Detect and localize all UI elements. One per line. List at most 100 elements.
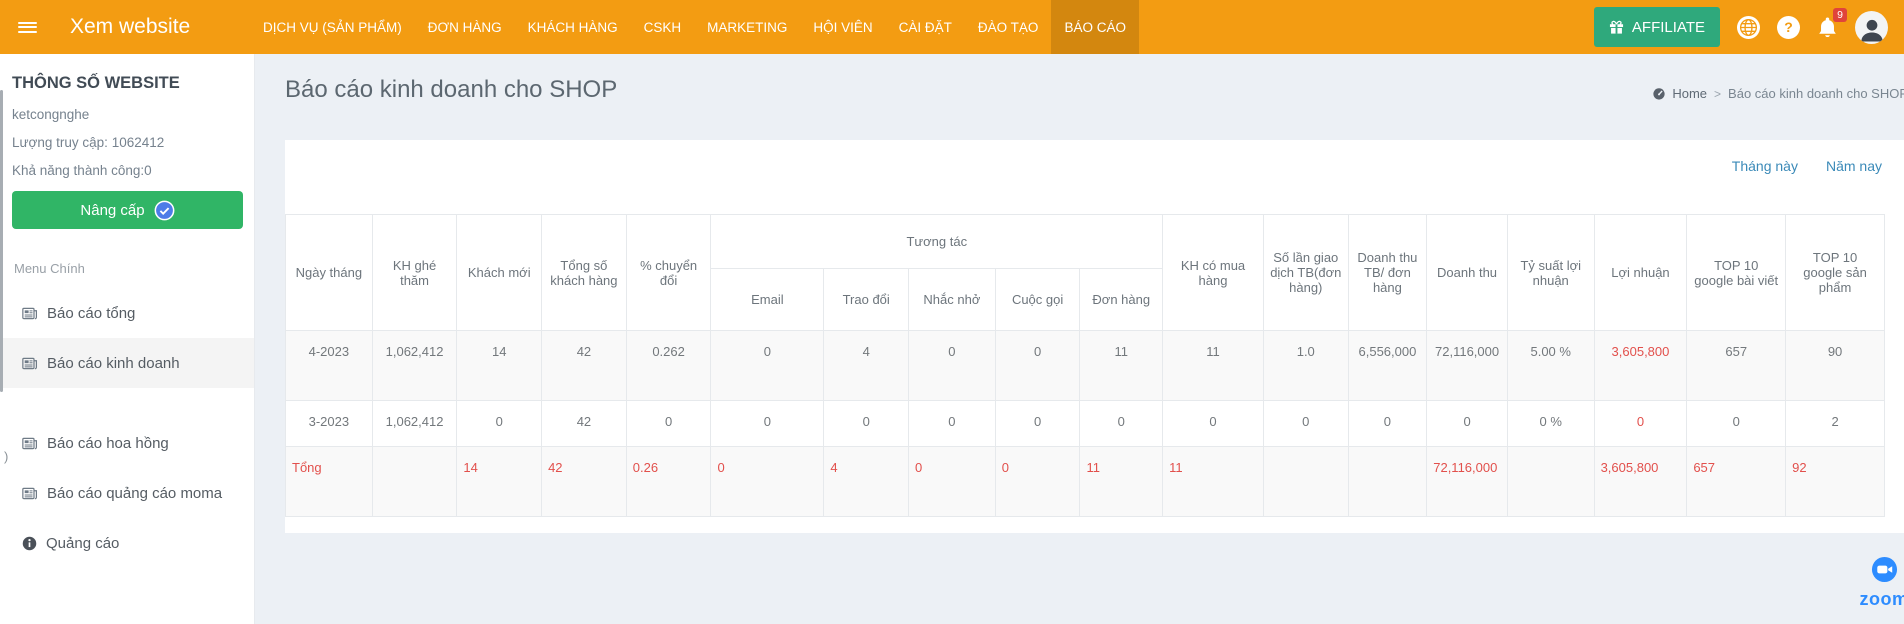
column-header: Trao đổi <box>824 269 909 331</box>
breadcrumb-home-label: Home <box>1672 86 1707 101</box>
sidebar-item[interactable]: Báo cáo tổng <box>0 288 254 338</box>
success-stat: Khả năng thành công:0 <box>12 163 242 178</box>
total-cell: 72,116,000 <box>1427 447 1508 517</box>
total-cell: 0.26 <box>626 447 711 517</box>
total-cell <box>1507 447 1594 517</box>
table-cell: 42 <box>542 401 627 447</box>
table-row: 3-20231,062,41204200000000000 %002 <box>286 401 1885 447</box>
site-name: ketcongnghe <box>12 107 242 122</box>
table-cell: 0 <box>1687 401 1786 447</box>
table-cell: 5.00 % <box>1507 331 1594 401</box>
table-cell: 1,062,412 <box>372 401 457 447</box>
nav-item[interactable]: MARKETING <box>694 0 800 54</box>
zoom-chat-widget[interactable]: zoom <box>1848 556 1904 610</box>
notifications-bell-icon[interactable]: 9 <box>1817 16 1838 39</box>
newspaper-icon <box>22 307 38 320</box>
column-header: Cuộc gọi <box>995 269 1080 331</box>
table-cell: 0 <box>1348 401 1427 447</box>
breadcrumb: Home > Báo cáo kinh doanh cho SHOP <box>1652 86 1904 101</box>
column-header: Số lần giao dịch TB(đơn hàng) <box>1263 215 1348 331</box>
sidebar-item-label: Báo cáo hoa hồng <box>47 435 169 452</box>
table-cell: 1.0 <box>1263 331 1348 401</box>
main-content: Báo cáo kinh doanh cho SHOP Home > Báo c… <box>255 54 1904 624</box>
table-cell: 6,556,000 <box>1348 331 1427 401</box>
filter-link[interactable]: Tháng này <box>1732 158 1798 174</box>
total-cell: 14 <box>457 447 542 517</box>
nav-item[interactable]: HỘI VIÊN <box>800 0 885 54</box>
table-cell: 4 <box>824 331 909 401</box>
filter-link[interactable]: Năm nay <box>1826 158 1882 174</box>
newspaper-icon <box>22 357 38 370</box>
table-cell: 0 % <box>1507 401 1594 447</box>
sidebar: THÔNG SỐ WEBSITE ketcongnghe Lượng truy … <box>0 54 255 624</box>
brand-link[interactable]: Xem website <box>54 0 250 54</box>
table-cell: 0 <box>995 401 1080 447</box>
help-icon[interactable]: ? <box>1777 16 1800 39</box>
stray-text: ) <box>4 449 8 464</box>
total-cell <box>1348 447 1427 517</box>
sidebar-scrollbar[interactable] <box>0 90 3 392</box>
column-header: Doanh thu <box>1427 215 1508 331</box>
newspaper-icon <box>22 437 38 450</box>
sidebar-item[interactable]: Báo cáo kinh doanh <box>0 338 254 388</box>
nav-item[interactable]: ĐÀO TẠO <box>965 0 1052 54</box>
content-header: Báo cáo kinh doanh cho SHOP Home > Báo c… <box>255 54 1904 140</box>
user-avatar[interactable] <box>1855 11 1888 44</box>
total-cell: Tổng <box>286 447 373 517</box>
table-cell: 0 <box>909 331 996 401</box>
total-cell: 11 <box>1163 447 1264 517</box>
table-cell: 3,605,800 <box>1594 331 1687 401</box>
zoom-label: zoom <box>1848 589 1904 610</box>
sidebar-menu: Báo cáo tổng Báo cáo kinh doanh Báo cáo ho… <box>0 288 254 568</box>
dashboard-icon <box>1652 87 1666 100</box>
affiliate-button[interactable]: AFFILIATE <box>1594 7 1720 47</box>
navbar-menu: DỊCH VỤ (SẢN PHẨM)ĐƠN HÀNGKHÁCH HÀNGCSKH… <box>250 0 1139 54</box>
check-circle-icon <box>154 200 175 221</box>
website-stats: THÔNG SỐ WEBSITE ketcongnghe Lượng truy … <box>0 54 254 229</box>
table-cell: 14 <box>457 331 542 401</box>
navbar-right: AFFILIATE ? 9 <box>1594 0 1904 54</box>
sidebar-item[interactable]: Báo cáo hoa hồng <box>0 418 254 468</box>
table-cell: 0 <box>626 401 711 447</box>
table-cell: 11 <box>1080 331 1163 401</box>
total-cell: 657 <box>1687 447 1786 517</box>
table-cell: 0.262 <box>626 331 711 401</box>
affiliate-label: AFFILIATE <box>1632 19 1705 36</box>
nav-item[interactable]: CSKH <box>631 0 695 54</box>
globe-icon[interactable] <box>1737 16 1760 39</box>
sidebar-item-label: Báo cáo tổng <box>47 305 135 322</box>
nav-item[interactable]: KHÁCH HÀNG <box>515 0 631 54</box>
column-header: TOP 10 google bài viết <box>1687 215 1786 331</box>
stats-title: THÔNG SỐ WEBSITE <box>12 74 242 93</box>
nav-item[interactable]: BÁO CÁO <box>1051 0 1139 54</box>
nav-item[interactable]: CÀI ĐẶT <box>886 0 965 54</box>
sidebar-item-label: Quảng cáo <box>46 535 119 552</box>
hamburger-menu-icon[interactable] <box>0 0 54 54</box>
sidebar-item[interactable]: Quảng cáo <box>0 518 254 568</box>
table-total-row: Tổng14420.260400111172,116,0003,605,8006… <box>286 447 1885 517</box>
nav-item[interactable]: ĐƠN HÀNG <box>415 0 515 54</box>
table-cell: 0 <box>1263 401 1348 447</box>
column-header: Tỷ suất lợi nhuận <box>1507 215 1594 331</box>
nav-item[interactable]: DỊCH VỤ (SẢN PHẨM) <box>250 0 415 54</box>
sidebar-item[interactable]: Báo cáo quảng cáo moma <box>0 468 254 518</box>
table-cell: 1,062,412 <box>372 331 457 401</box>
table-cell: 0 <box>824 401 909 447</box>
table-cell: 0 <box>909 401 996 447</box>
total-cell <box>1263 447 1348 517</box>
total-cell: 4 <box>824 447 909 517</box>
upgrade-button[interactable]: Nâng cấp <box>12 191 243 229</box>
breadcrumb-home-link[interactable]: Home <box>1652 86 1707 101</box>
table-cell: 72,116,000 <box>1427 331 1508 401</box>
info-icon <box>22 536 37 551</box>
breadcrumb-separator: > <box>1714 87 1721 101</box>
notification-badge: 9 <box>1833 8 1847 23</box>
table-cell: 3-2023 <box>286 401 373 447</box>
table-cell: 0 <box>711 401 824 447</box>
column-group-header: Tương tác <box>711 215 1163 269</box>
table-cell: 0 <box>711 331 824 401</box>
upgrade-label: Nâng cấp <box>80 202 144 219</box>
sidebar-item-label: Báo cáo kinh doanh <box>47 355 180 372</box>
table-cell: 657 <box>1687 331 1786 401</box>
column-header: Email <box>711 269 824 331</box>
